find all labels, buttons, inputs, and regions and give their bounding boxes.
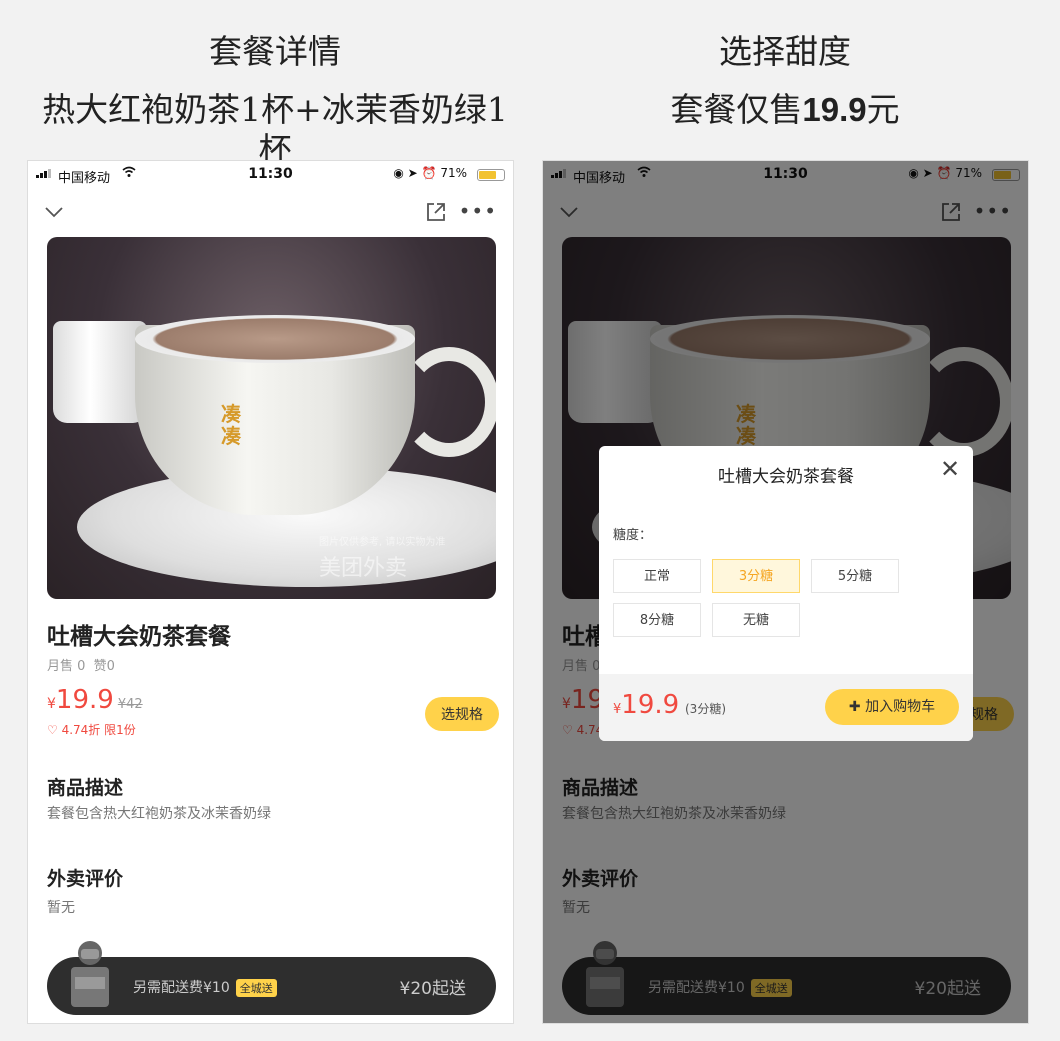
caption-subtitle: 热大红袍奶茶1杯+冰茉香奶绿1杯 (42, 90, 508, 169)
reviews-text: 暂无 (562, 900, 590, 916)
caption-title: 选择甜度 (719, 32, 851, 71)
product-stats: 月售 0 赞0 (47, 655, 115, 674)
cart-bar[interactable]: 另需配送费¥10 全城送 ¥20起送 (562, 941, 1011, 1015)
minimum-order: ¥20起送 (914, 979, 981, 999)
chevron-down-icon[interactable] (559, 203, 581, 225)
promo-badge: ♡ 4.74折 限1份 (47, 723, 136, 737)
caption-prefix: 套餐仅售 (670, 90, 803, 129)
caption-subtitle: 套餐仅售19.9元 (550, 90, 1020, 130)
plus-icon: ✚ (848, 699, 866, 715)
battery-percent: 71% (440, 166, 467, 180)
caption-price: 19.9 (802, 91, 867, 128)
location-icon: ➤ (407, 166, 418, 180)
delivery-rider-icon (61, 939, 119, 1013)
battery-percent: 71% (955, 166, 982, 180)
location-icon: ➤ (922, 166, 933, 180)
cart-bar[interactable]: 另需配送费¥10 全城送 ¥20起送 (47, 941, 496, 1015)
currency-symbol: ¥ (562, 696, 571, 712)
price-value: 19.9 (55, 685, 114, 715)
description-title: 商品描述 (562, 777, 639, 799)
description-text: 套餐包含热大红袍奶茶及冰茉香奶绿 (562, 806, 786, 822)
chevron-down-icon[interactable] (44, 203, 66, 225)
delivery-fee: 另需配送费¥10 全城送 (648, 977, 792, 997)
battery-icon (992, 169, 1020, 181)
phone-screen-detail: 中国移动 11:30 ◉ ➤ ⏰ 71% ••• 凑凑 图片仅供参考, 请以实物… (27, 160, 514, 1024)
more-icon[interactable]: ••• (974, 199, 1012, 223)
modal-title: 吐槽大会奶茶套餐 (718, 467, 854, 487)
caption-right: 选择甜度 套餐仅售19.9元 (550, 32, 1020, 130)
citywide-tag: 全城送 (235, 979, 277, 997)
modal-footer: ¥19.9 (3分糖) ✚ 加入购物车 (599, 674, 973, 741)
monthly-sales: 月售 0 (562, 659, 601, 674)
brand-logo: 凑凑 (221, 402, 241, 448)
minimum-order: ¥20起送 (399, 979, 466, 999)
caption-left: 套餐详情 热大红袍奶茶1杯+冰茉香奶绿1杯 (40, 32, 510, 170)
close-icon[interactable]: ✕ (939, 457, 961, 481)
lock-rotation-icon: ◉ (393, 166, 404, 180)
add-to-cart-button[interactable]: ✚ 加入购物车 (825, 689, 959, 725)
sugar-option-normal[interactable]: 正常 (613, 559, 701, 593)
sugar-option-8[interactable]: 8分糖 (613, 603, 701, 637)
caption-title: 套餐详情 (209, 32, 341, 71)
modal-price: ¥19.9 (613, 690, 679, 720)
status-bar: 中国移动 11:30 ◉ ➤ ⏰ 71% (543, 161, 1028, 189)
reviews-title: 外卖评价 (47, 868, 124, 890)
battery-icon (477, 169, 505, 181)
description-title: 商品描述 (47, 777, 124, 799)
likes-count: 赞0 (93, 659, 115, 674)
image-watermark: 图片仅供参考, 请以实物为准 美团外卖 (319, 533, 445, 582)
description-text: 套餐包含热大红袍奶茶及冰茉香奶绿 (47, 806, 271, 822)
product-image: 凑凑 图片仅供参考, 请以实物为准 美团外卖 (47, 237, 496, 599)
original-price: ¥42 (117, 697, 143, 712)
share-icon[interactable] (940, 201, 962, 223)
phone-screen-sweetness: 中国移动 11:30 ◉ ➤ ⏰ 71% ••• 凑凑 图片仅供参考, 请以实物… (542, 160, 1029, 1024)
caption-suffix: 元 (866, 90, 900, 129)
sweetness-modal: 吐槽大会奶茶套餐 ✕ 糖度： 正常 3分糖 5分糖 8分糖 无糖 ¥19.9 (… (599, 446, 973, 741)
sugar-option-3[interactable]: 3分糖 (712, 559, 800, 593)
share-icon[interactable] (425, 201, 447, 223)
add-to-cart-label: 加入购物车 (865, 699, 936, 715)
status-right: ◉ ➤ ⏰ 71% (908, 166, 982, 180)
foam-shape (135, 315, 415, 363)
lock-rotation-icon: ◉ (908, 166, 919, 180)
status-bar: 中国移动 11:30 ◉ ➤ ⏰ 71% (28, 161, 513, 189)
product-price: ¥19.9¥42 (47, 685, 143, 715)
milk-jug-shape (568, 321, 662, 423)
watermark-note: 图片仅供参考, 请以实物为准 (319, 537, 446, 548)
nav-bar: ••• (543, 197, 1028, 227)
product-title: 吐槽大会奶茶套餐 (47, 624, 231, 650)
reviews-title: 外卖评价 (562, 868, 639, 890)
currency-symbol: ¥ (47, 696, 56, 712)
more-icon[interactable]: ••• (459, 199, 497, 223)
sugar-label: 糖度： (613, 528, 653, 543)
alarm-icon: ⏰ (421, 166, 437, 180)
reviews-text: 暂无 (47, 900, 75, 916)
watermark-brand: 美团外卖 (319, 556, 408, 581)
price-value: 19.9 (621, 690, 680, 720)
delivery-fee-text: 另需配送费¥10 (648, 980, 745, 996)
foam-shape (650, 315, 930, 363)
delivery-fee: 另需配送费¥10 全城送 (133, 977, 277, 997)
sugar-option-5[interactable]: 5分糖 (811, 559, 899, 593)
monthly-sales: 月售 0 (47, 659, 86, 674)
alarm-icon: ⏰ (936, 166, 952, 180)
selected-sweetness: (3分糖) (685, 702, 726, 716)
nav-bar: ••• (28, 197, 513, 227)
delivery-fee-text: 另需配送费¥10 (133, 980, 230, 996)
delivery-rider-icon (576, 939, 634, 1013)
citywide-tag: 全城送 (750, 979, 792, 997)
milk-jug-shape (53, 321, 147, 423)
select-spec-button[interactable]: 选规格 (425, 697, 499, 731)
status-right: ◉ ➤ ⏰ 71% (393, 166, 467, 180)
sugar-option-none[interactable]: 无糖 (712, 603, 800, 637)
